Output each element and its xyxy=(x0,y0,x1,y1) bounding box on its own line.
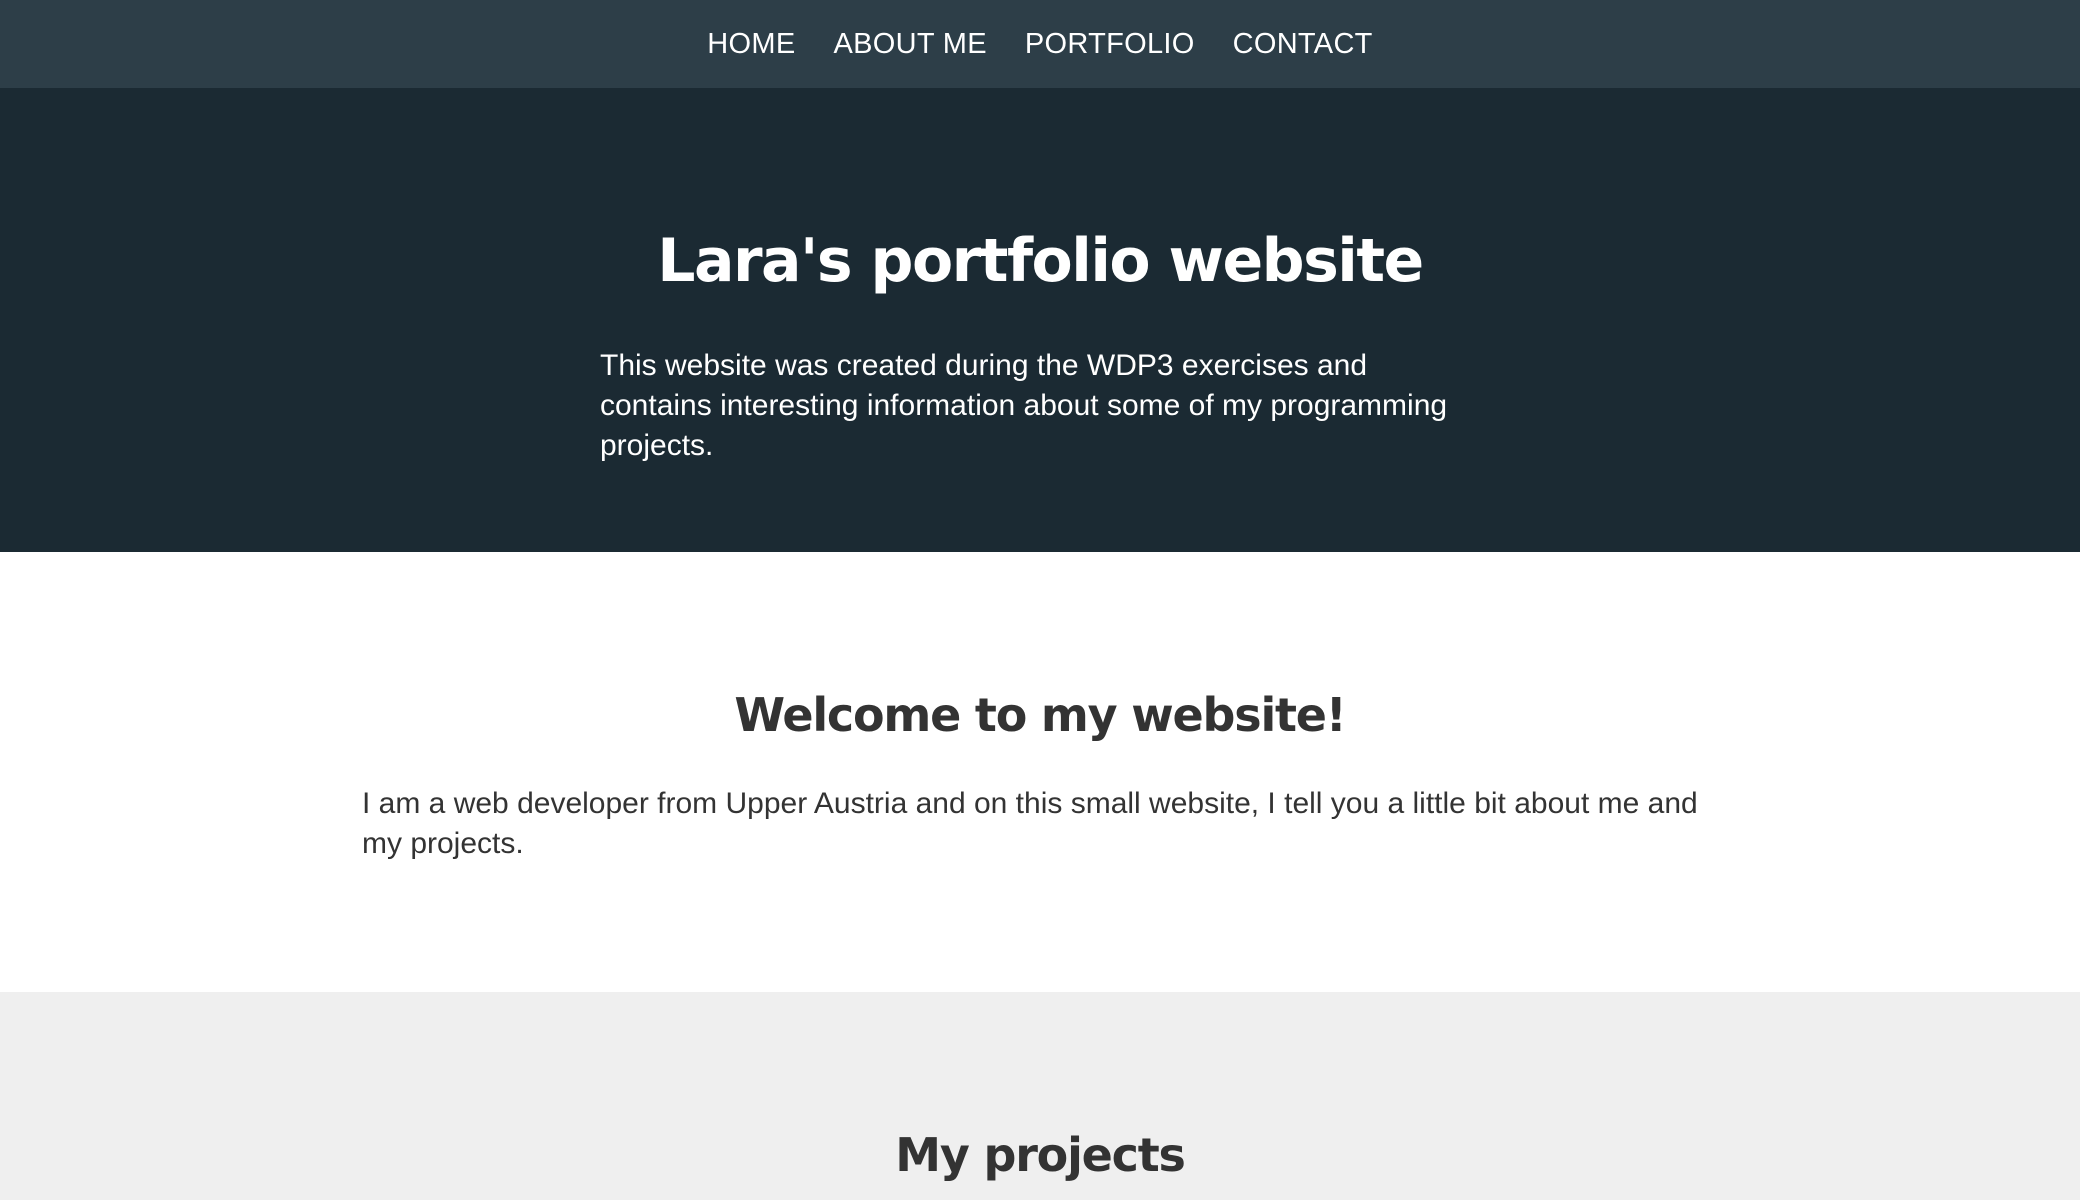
nav-link-portfolio[interactable]: PORTFOLIO xyxy=(1025,28,1195,61)
nav-link-home[interactable]: HOME xyxy=(707,28,795,61)
hero-section: Lara's portfolio website This website wa… xyxy=(0,88,2080,552)
projects-heading: My projects xyxy=(895,1128,1186,1182)
welcome-heading: Welcome to my website! xyxy=(734,688,1346,742)
hero-description: This website was created during the WDP3… xyxy=(600,349,1448,462)
welcome-section: Welcome to my website! I am a web develo… xyxy=(0,552,2080,992)
nav-link-about-me[interactable]: ABOUT ME xyxy=(834,28,987,61)
page-title: Lara's portfolio website xyxy=(657,226,1424,296)
nav-link-contact[interactable]: CONTACT xyxy=(1233,28,1373,61)
projects-section: My projects xyxy=(0,992,2080,1200)
welcome-text: I am a web developer from Upper Austria … xyxy=(362,787,1698,860)
top-navigation: HOME ABOUT ME PORTFOLIO CONTACT xyxy=(0,0,2080,88)
